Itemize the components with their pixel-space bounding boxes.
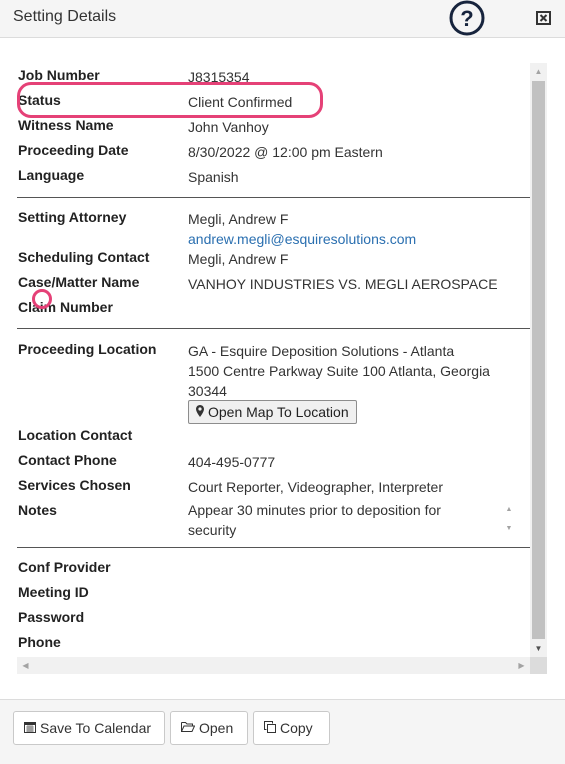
dialog-title: Setting Details bbox=[13, 8, 117, 25]
save-to-calendar-label: Save To Calendar bbox=[40, 720, 152, 736]
copy-button[interactable]: Copy bbox=[253, 711, 330, 745]
services-chosen-label: Services Chosen bbox=[18, 477, 131, 493]
open-button[interactable]: Open bbox=[170, 711, 248, 745]
copy-label: Copy bbox=[280, 720, 313, 736]
location-line-2: 1500 Centre Parkway Suite 100 Atlanta, G… bbox=[188, 363, 490, 379]
row-contact-phone: Contact Phone 404-495-0777 bbox=[17, 452, 530, 474]
row-proceeding-location: Proceeding Location GA - Esquire Deposit… bbox=[17, 341, 530, 363]
scroll-right-arrow-icon[interactable]: ▶ bbox=[513, 657, 530, 674]
row-phone: Phone bbox=[17, 634, 530, 656]
conf-provider-label: Conf Provider bbox=[18, 559, 111, 575]
row-case-matter: Case/Matter Name VANHOY INDUSTRIES VS. M… bbox=[17, 274, 530, 296]
proceeding-location-label: Proceeding Location bbox=[18, 341, 157, 357]
open-map-button[interactable]: Open Map To Location bbox=[188, 400, 357, 424]
row-location-line-2: 1500 Centre Parkway Suite 100 Atlanta, G… bbox=[17, 361, 530, 383]
notes-scrollbar[interactable]: ▲ ▼ bbox=[502, 500, 516, 538]
svg-text:?: ? bbox=[460, 6, 473, 31]
save-to-calendar-button[interactable]: Save To Calendar bbox=[13, 711, 165, 745]
dialog-header: Setting Details ? bbox=[0, 0, 565, 38]
proceeding-date-value: 8/30/2022 @ 12:00 pm Eastern bbox=[188, 144, 383, 160]
row-scheduling-contact: Scheduling Contact Megli, Andrew F bbox=[17, 249, 530, 271]
row-claim-number: Claim Number bbox=[17, 299, 530, 321]
row-password: Password bbox=[17, 609, 530, 631]
phone-label: Phone bbox=[18, 634, 61, 650]
contact-phone-label: Contact Phone bbox=[18, 452, 117, 468]
row-conf-provider: Conf Provider bbox=[17, 559, 530, 581]
row-proceeding-date: Proceeding Date 8/30/2022 @ 12:00 pm Eas… bbox=[17, 142, 530, 164]
row-witness-name: Witness Name John Vanhoy bbox=[17, 117, 530, 139]
location-contact-label: Location Contact bbox=[18, 427, 133, 443]
language-value: Spanish bbox=[188, 169, 239, 185]
scroll-up-arrow-icon[interactable]: ▲ bbox=[530, 63, 547, 80]
notes-textbox[interactable]: Appear 30 minutes prior to deposition fo… bbox=[188, 500, 516, 538]
setting-attorney-value: Megli, Andrew F bbox=[188, 211, 289, 227]
click-indicator-ring bbox=[32, 289, 52, 309]
password-label: Password bbox=[18, 609, 85, 625]
scheduling-contact-value: Megli, Andrew F bbox=[188, 251, 289, 267]
row-setting-attorney: Setting Attorney Megli, Andrew F bbox=[17, 209, 530, 231]
language-label: Language bbox=[18, 167, 85, 183]
witness-name-value: John Vanhoy bbox=[188, 119, 269, 135]
copy-icon bbox=[264, 721, 276, 733]
close-icon[interactable] bbox=[536, 11, 551, 25]
notes-value: Appear 30 minutes prior to deposition fo… bbox=[188, 502, 441, 538]
setting-attorney-label: Setting Attorney bbox=[18, 209, 127, 225]
scrollbar-corner bbox=[530, 657, 547, 674]
folder-open-icon bbox=[181, 722, 195, 732]
open-label: Open bbox=[199, 720, 234, 736]
row-location-contact: Location Contact bbox=[17, 427, 530, 449]
scrollbar-thumb[interactable] bbox=[532, 81, 545, 639]
section-divider bbox=[17, 328, 530, 329]
row-services-chosen: Services Chosen Court Reporter, Videogra… bbox=[17, 477, 530, 499]
map-marker-icon bbox=[196, 405, 204, 417]
scroll-up-arrow-icon[interactable]: ▲ bbox=[502, 500, 516, 519]
services-chosen-value: Court Reporter, Videographer, Interprete… bbox=[188, 479, 444, 495]
details-panel: Job Number J8315354 Status Client Confir… bbox=[17, 63, 530, 657]
witness-name-label: Witness Name bbox=[18, 117, 114, 133]
row-meeting-id: Meeting ID bbox=[17, 584, 530, 606]
location-line-1: GA - Esquire Deposition Solutions - Atla… bbox=[188, 343, 455, 359]
row-attorney-email: andrew.megli@esquiresolutions.com bbox=[17, 229, 530, 251]
row-language: Language Spanish bbox=[17, 167, 530, 189]
calendar-icon bbox=[24, 722, 36, 733]
help-icon[interactable]: ? bbox=[448, 0, 486, 38]
section-divider bbox=[17, 547, 530, 548]
scroll-down-arrow-icon[interactable]: ▼ bbox=[530, 640, 547, 657]
contact-phone-value: 404-495-0777 bbox=[188, 454, 276, 470]
dialog-footer: Save To Calendar Open Copy bbox=[0, 699, 565, 764]
case-matter-value: VANHOY INDUSTRIES VS. MEGLI AEROSPACE bbox=[188, 276, 498, 292]
location-line-3: 30344 bbox=[188, 383, 227, 399]
job-number-label: Job Number bbox=[18, 67, 100, 83]
section-divider bbox=[17, 197, 530, 198]
open-map-label: Open Map To Location bbox=[208, 404, 349, 420]
case-matter-label: Case/Matter Name bbox=[18, 274, 140, 290]
meeting-id-label: Meeting ID bbox=[18, 584, 89, 600]
attorney-email-link[interactable]: andrew.megli@esquiresolutions.com bbox=[188, 229, 416, 249]
scroll-down-arrow-icon[interactable]: ▼ bbox=[502, 519, 516, 538]
vertical-scrollbar[interactable]: ▲ ▼ bbox=[530, 63, 547, 657]
horizontal-scrollbar[interactable]: ◀ ▶ bbox=[17, 657, 530, 674]
status-highlight-ring bbox=[17, 82, 323, 118]
scroll-left-arrow-icon[interactable]: ◀ bbox=[17, 657, 34, 674]
scheduling-contact-label: Scheduling Contact bbox=[18, 249, 150, 265]
notes-label: Notes bbox=[18, 502, 57, 518]
proceeding-date-label: Proceeding Date bbox=[18, 142, 129, 158]
